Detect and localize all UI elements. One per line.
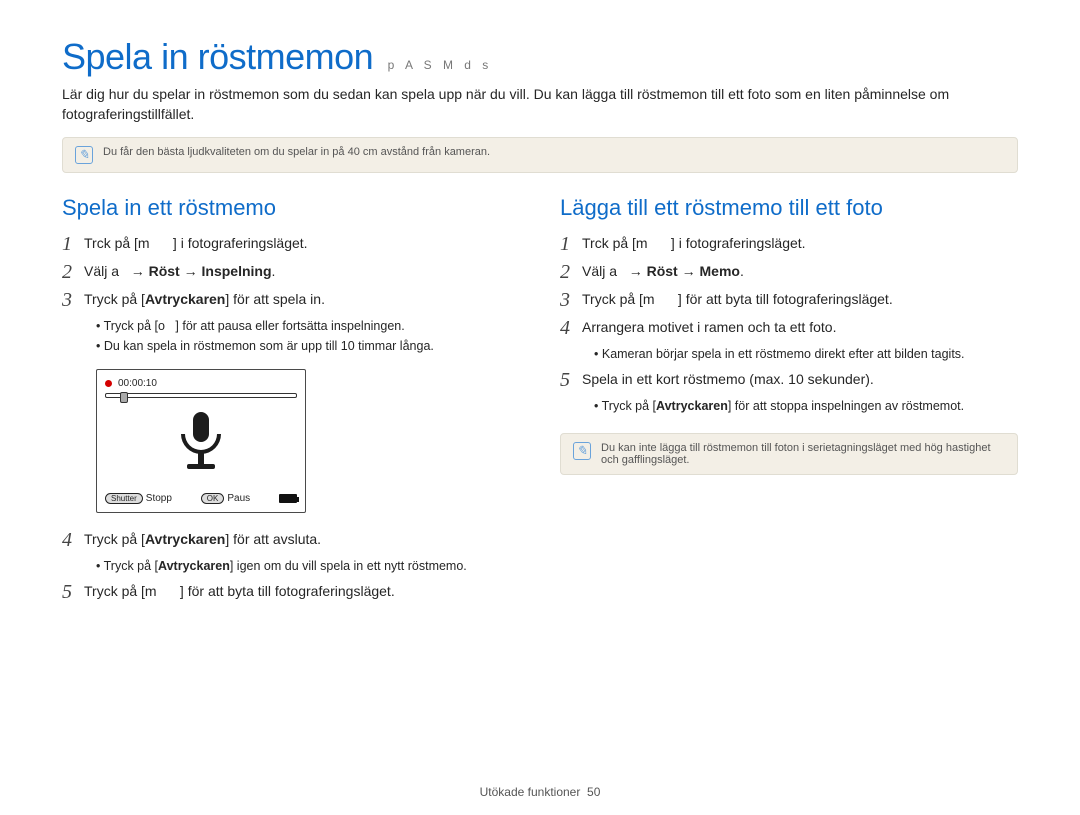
- record-dot-icon: [105, 380, 112, 387]
- left-step-3: 3 Tryck på [Avtryckaren] för att spela i…: [62, 289, 520, 311]
- rec-time: 00:00:10: [118, 378, 157, 389]
- step-text: Trck på [m ] i fotograferingsläget.: [582, 233, 1018, 253]
- step-text: Välj a → Röst → Inspelning.: [84, 261, 520, 281]
- ok-paus-label: OKPaus: [201, 493, 250, 504]
- right-heading: Lägga till ett röstmemo till ett foto: [560, 195, 1018, 221]
- mode-indicator: p A S M d s: [388, 58, 493, 72]
- step-text: Trck på [m ] i fotograferingsläget.: [84, 233, 520, 253]
- camera-screen-illustration: 00:00:10: [96, 369, 520, 513]
- right-step-4-sub: Kameran börjar spela in ett röstmemo dir…: [594, 345, 1018, 363]
- right-step-1: 1 Trck på [m ] i fotograferingsläget.: [560, 233, 1018, 255]
- step-number: 3: [560, 289, 582, 311]
- left-column: Spela in ett röstmemo 1 Trck på [m ] i f…: [62, 195, 520, 609]
- footer-page-number: 50: [587, 785, 600, 799]
- shutter-stop-label: ShutterStopp: [105, 493, 172, 504]
- step-number: 1: [62, 233, 84, 255]
- step-text: Tryck på [Avtryckaren] för att avsluta.: [84, 529, 520, 549]
- step-number: 2: [62, 261, 84, 283]
- step-text: Välj a → Röst → Memo.: [582, 261, 1018, 281]
- right-tip-box: ✎ Du kan inte lägga till röstmemon till …: [560, 433, 1018, 475]
- step-number: 5: [560, 369, 582, 391]
- left-step-1: 1 Trck på [m ] i fotograferingsläget.: [62, 233, 520, 255]
- intro-text: Lär dig hur du spelar in röstmemon som d…: [62, 84, 1018, 125]
- left-step-3-sub1: Tryck på [o ] för att pausa eller fortsä…: [96, 317, 520, 335]
- step-number: 4: [560, 317, 582, 339]
- step-number: 3: [62, 289, 84, 311]
- step-number: 1: [560, 233, 582, 255]
- left-step-3-sub2: Du kan spela in röstmemon som är upp til…: [96, 337, 520, 355]
- left-step-4-sub: Tryck på [Avtryckaren] igen om du vill s…: [96, 557, 520, 575]
- page-footer: Utökade funktioner 50: [0, 785, 1080, 799]
- battery-icon: [279, 494, 297, 503]
- step-text: Tryck på [m ] för att byta till fotograf…: [582, 289, 1018, 309]
- step-text: Tryck på [m ] för att byta till fotograf…: [84, 581, 520, 601]
- right-step-2: 2 Välj a → Röst → Memo.: [560, 261, 1018, 283]
- left-step-4: 4 Tryck på [Avtryckaren] för att avsluta…: [62, 529, 520, 551]
- right-step-3: 3 Tryck på [m ] för att byta till fotogr…: [560, 289, 1018, 311]
- page-title: Spela in röstmemon: [62, 36, 373, 78]
- microphone-icon: [105, 408, 297, 481]
- left-step-2: 2 Välj a → Röst → Inspelning.: [62, 261, 520, 283]
- top-tip-box: ✎ Du får den bästa ljudkvaliteten om du …: [62, 137, 1018, 173]
- step-number: 5: [62, 581, 84, 603]
- note-icon: ✎: [573, 442, 591, 460]
- step-number: 4: [62, 529, 84, 551]
- right-step-4: 4 Arrangera motivet i ramen och ta ett f…: [560, 317, 1018, 339]
- left-step-5: 5 Tryck på [m ] för att byta till fotogr…: [62, 581, 520, 603]
- step-number: 2: [560, 261, 582, 283]
- step-text: Arrangera motivet i ramen och ta ett fot…: [582, 317, 1018, 337]
- time-bar: [105, 393, 297, 398]
- right-column: Lägga till ett röstmemo till ett foto 1 …: [560, 195, 1018, 609]
- note-icon: ✎: [75, 146, 93, 164]
- right-tip-text: Du kan inte lägga till röstmemon till fo…: [601, 442, 1005, 466]
- right-step-5-sub: Tryck på [Avtryckaren] för att stoppa in…: [594, 397, 1018, 415]
- footer-section: Utökade funktioner: [480, 785, 581, 799]
- top-tip-text: Du får den bästa ljudkvaliteten om du sp…: [103, 146, 490, 158]
- step-text: Spela in ett kort röstmemo (max. 10 seku…: [582, 369, 1018, 389]
- right-step-5: 5 Spela in ett kort röstmemo (max. 10 se…: [560, 369, 1018, 391]
- left-heading: Spela in ett röstmemo: [62, 195, 520, 221]
- step-text: Tryck på [Avtryckaren] för att spela in.: [84, 289, 520, 309]
- shutter-pill: Shutter: [105, 493, 143, 504]
- ok-pill: OK: [201, 493, 225, 504]
